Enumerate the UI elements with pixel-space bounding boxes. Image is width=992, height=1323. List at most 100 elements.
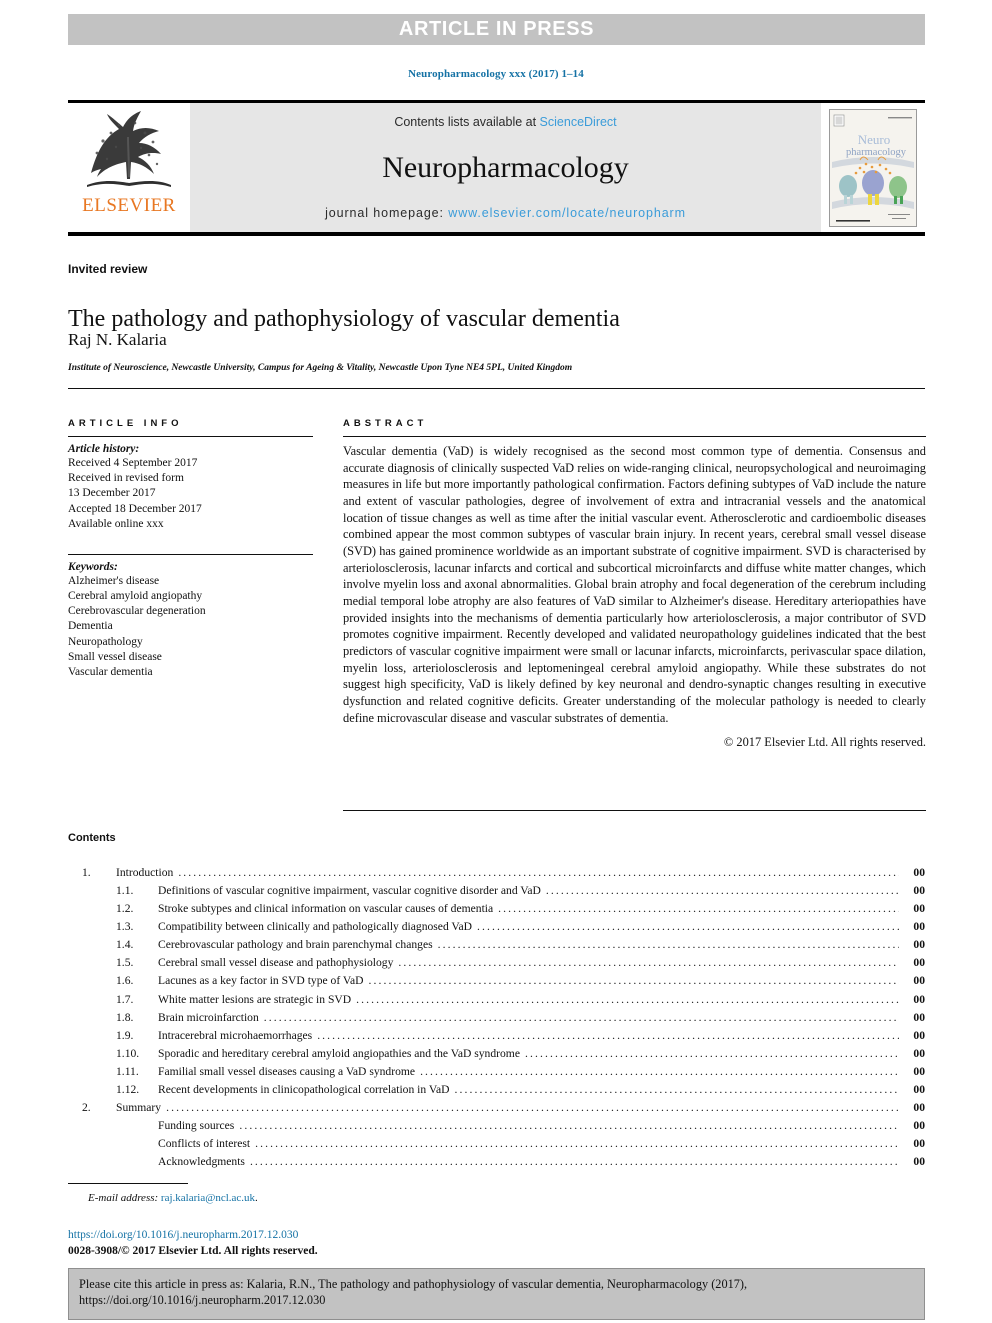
toc-leader-dots: ........................................… [420,1064,899,1078]
toc-entry-number: 1. [82,866,91,879]
email-suffix: . [255,1192,258,1204]
toc-entry[interactable]: 1.6. Lacunes as a key factor in SVD type … [68,972,925,990]
doi-link[interactable]: https://doi.org/10.1016/j.neuropharm.201… [68,1229,298,1241]
toc-entry-page: 00 [913,1064,925,1078]
toc-entry-page: 00 [913,902,925,916]
keyword-item: Cerebral amyloid angiopathy [68,590,203,603]
abstract-body: Vascular dementia (VaD) is widely recogn… [343,444,926,725]
author-email-link[interactable]: raj.kalaria@ncl.ac.uk [161,1192,255,1204]
contents-available-line: Contents lists available at ScienceDirec… [394,115,616,129]
toc-entry-label: Sporadic and hereditary cerebral amyloid… [158,1046,520,1060]
toc-entry-number: 1.7. [116,992,134,1006]
toc-entry-page: 00 [913,1010,925,1024]
toc-entry-page: 00 [913,866,925,879]
toc-entry[interactable]: 1.9. Intracerebral microhaemorrhages.....… [68,1027,925,1045]
toc-leader-dots: ........................................… [454,1082,899,1096]
article-history-item: 13 December 2017 [68,487,156,500]
toc-entry-label: Lacunes as a key factor in SVD type of V… [158,974,364,988]
journal-article-page: ARTICLE IN PRESS Neuropharmacology xxx (… [0,0,992,1323]
elsevier-logo-block: ELSEVIER [68,103,190,232]
toc-entry-number: 1.10. [116,1046,140,1060]
toc-entry[interactable]: 1.2. Stroke subtypes and clinical informa… [68,900,925,918]
article-info-column: ARTICLE INFO Article history: Received 4… [68,418,313,680]
toc-entry-page: 00 [913,992,925,1006]
article-type-label: Invited review [68,262,148,276]
email-address-label: E-mail address: [88,1192,159,1204]
toc-entry-page: 00 [913,1082,925,1096]
corresponding-email-line: E-mail address: raj.kalaria@ncl.ac.uk. [88,1192,258,1204]
toc-entry-number: 1.3. [116,920,134,934]
toc-entry-label: Funding sources [158,1119,235,1133]
table-of-contents: 1. Introduction..........................… [68,864,925,1171]
article-history-item: Received 4 September 2017 [68,457,198,469]
toc-entry[interactable]: 2. Summary...............................… [68,1099,925,1117]
keyword-item: Alzheimer's disease [68,574,160,587]
toc-entry[interactable]: Acknowledgments.........................… [68,1153,925,1171]
toc-entry[interactable]: 1.3. Compatibility between clinically and… [68,918,925,936]
author-affiliation: Institute of Neuroscience, Newcastle Uni… [68,363,573,373]
abstract-label: ABSTRACT [343,418,428,429]
abstract-copyright: © 2017 Elsevier Ltd. All rights reserved… [723,735,926,750]
svg-text:Neuro: Neuro [858,132,891,147]
toc-entry[interactable]: 1.10. Sporadic and hereditary cerebral am… [68,1045,925,1063]
sciencedirect-link[interactable]: ScienceDirect [540,115,617,129]
toc-entry-number: 2. [82,1101,91,1115]
journal-homepage-link[interactable]: www.elsevier.com/locate/neuropharm [448,206,686,220]
toc-leader-dots: ........................................… [263,1010,899,1024]
toc-entry-label: Stroke subtypes and clinical information… [158,902,494,916]
toc-entry-label: Definitions of vascular cognitive impair… [158,884,541,898]
toc-entry-number: 1.2. [116,902,134,916]
toc-entry-number: 1.6. [116,974,134,988]
article-history-item: Received in revised form [68,472,184,485]
journal-title: Neuropharmacology [382,150,629,184]
toc-entry-page: 00 [913,1155,925,1169]
citation-notice-text: Please cite this article in press as: Ka… [79,1277,748,1308]
toc-leader-dots: ........................................… [368,974,899,988]
toc-entry-page: 00 [913,1101,925,1115]
toc-entry[interactable]: Funding sources.........................… [68,1117,925,1135]
journal-reference-line: Neuropharmacology xxx (2017) 1–14 [408,68,584,80]
header-divider [68,388,925,389]
issn-copyright-line: 0028-3908/© 2017 Elsevier Ltd. All right… [68,1245,318,1257]
article-in-press-banner: ARTICLE IN PRESS [68,14,925,45]
toc-entry[interactable]: 1.4. Cerebrovascular pathology and brain … [68,936,925,954]
author-name: Raj N. Kalaria [68,330,167,349]
toc-entry-number: 1.5. [116,956,134,970]
journal-masthead: ELSEVIER Contents lists available at Sci… [68,100,925,236]
journal-cover-block: Neuro pharmacology [821,103,925,232]
toc-entry-label: Cerebrovascular pathology and brain pare… [158,938,433,952]
toc-entry[interactable]: Conflicts of interest...................… [68,1135,925,1153]
toc-leader-dots: ........................................… [398,956,899,970]
toc-entry[interactable]: 1.8. Brain microinfarction...............… [68,1009,925,1027]
toc-entry-page: 00 [913,1028,925,1042]
journal-cover-thumbnail: Neuro pharmacology [829,108,917,227]
toc-entry-label: White matter lesions are strategic in SV… [158,992,352,1006]
toc-entry[interactable]: 1. Introduction..........................… [68,864,925,882]
toc-entry-label: Conflicts of interest [158,1137,251,1151]
toc-entry-number: 1.4. [116,938,134,952]
toc-entry-page: 00 [913,1137,925,1151]
toc-entry-label: Summary [116,1101,162,1115]
toc-leader-dots: ........................................… [498,902,899,916]
toc-entry-label: Introduction [116,866,174,879]
toc-entry-number: 1.9. [116,1028,134,1042]
toc-entry[interactable]: 1.7. White matter lesions are strategic i… [68,991,925,1009]
contents-heading: Contents [68,832,116,844]
toc-entry[interactable]: 1.12. Recent developments in clinicopatho… [68,1081,925,1099]
toc-entry[interactable]: 1.11. Familial small vessel diseases caus… [68,1063,925,1081]
svg-text:pharmacology: pharmacology [846,147,907,158]
toc-entry-label: Acknowledgments [158,1155,245,1169]
toc-leader-dots: ........................................… [249,1155,899,1169]
toc-leader-dots: ........................................… [545,884,899,898]
toc-entry[interactable]: 1.1. Definitions of vascular cognitive im… [68,882,925,900]
toc-entry-label: Intracerebral microhaemorrhages [158,1028,313,1042]
toc-leader-dots: ........................................… [166,1101,899,1115]
toc-entry[interactable]: 1.5. Cerebral small vessel disease and pa… [68,954,925,972]
toc-entry-number: 1.8. [116,1010,134,1024]
keyword-item: Vascular dementia [68,665,153,678]
journal-homepage-line: journal homepage: www.elsevier.com/locat… [325,206,686,220]
toc-entry-label: Compatibility between clinically and pat… [158,920,473,934]
citation-notice-box: Please cite this article in press as: Ka… [68,1268,925,1320]
toc-leader-dots: ........................................… [239,1119,899,1133]
